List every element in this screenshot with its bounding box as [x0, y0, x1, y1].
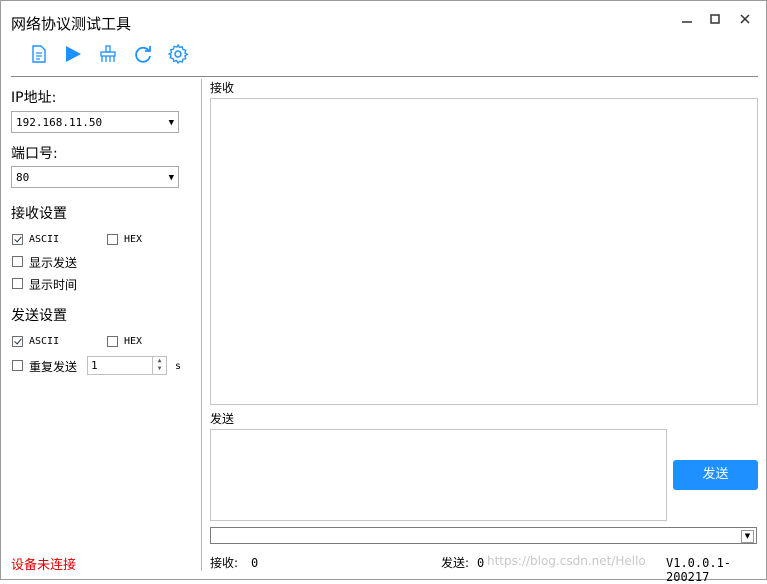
port-value: 80: [16, 171, 30, 184]
send-ascii-label: ASCII: [29, 336, 60, 347]
history-combobox[interactable]: ▼: [210, 527, 757, 544]
spin-up-icon[interactable]: ▲: [153, 357, 166, 365]
minimize-icon[interactable]: [677, 11, 697, 31]
send-button[interactable]: 发送: [673, 460, 758, 490]
recv-count: 0: [251, 556, 259, 570]
connection-status: 设备未连接: [11, 558, 77, 573]
recv-ascii-checkbox[interactable]: [12, 234, 23, 245]
receive-textarea[interactable]: [210, 98, 758, 405]
recv-settings-heading: 接收设置: [11, 206, 67, 222]
send-hex-checkbox[interactable]: [107, 336, 118, 347]
show-send-checkbox[interactable]: [12, 256, 23, 267]
dropdown-arrow-icon[interactable]: ▼: [169, 167, 174, 189]
recv-hex-label: HEX: [124, 234, 143, 245]
repeat-interval-spinbox[interactable]: 1 ▲ ▼: [87, 356, 167, 375]
send-ascii-checkbox[interactable]: [12, 336, 23, 347]
recv-ascii-label: ASCII: [29, 234, 60, 245]
ip-combobox[interactable]: 192.168.11.50 ▼: [11, 111, 179, 133]
dropdown-arrow-icon[interactable]: ▼: [169, 112, 174, 134]
send-count: 0: [477, 556, 485, 570]
port-label: 端口号:: [11, 146, 58, 162]
repeat-interval-value: 1: [91, 359, 98, 372]
document-icon[interactable]: [28, 43, 50, 65]
send-label: 发送: [210, 412, 235, 426]
repeat-send-label: 重复发送: [29, 360, 78, 374]
send-count-label: 发送:: [441, 556, 470, 570]
watermark: https://blog.csdn.net/Hello: [487, 554, 646, 568]
ip-value: 192.168.11.50: [16, 116, 103, 129]
send-hex-label: HEX: [124, 336, 143, 347]
spin-buttons[interactable]: ▲ ▼: [152, 357, 166, 374]
app-window: 网络协议测试工具 IP地址: 192.168.11.50 ▼ 端口号: 80 ▼…: [0, 0, 767, 584]
show-send-label: 显示发送: [29, 256, 78, 270]
close-icon[interactable]: [735, 11, 755, 31]
window-title: 网络协议测试工具: [11, 15, 132, 33]
port-combobox[interactable]: 80 ▼: [11, 166, 179, 188]
dropdown-arrow-icon[interactable]: ▼: [741, 530, 754, 543]
receive-label: 接收: [210, 81, 235, 95]
ip-label: IP地址:: [11, 90, 57, 106]
maximize-icon[interactable]: [705, 11, 725, 31]
show-time-label: 显示时间: [29, 278, 78, 292]
show-time-checkbox[interactable]: [12, 278, 23, 289]
panel-divider: [201, 79, 202, 571]
play-icon[interactable]: [62, 43, 84, 65]
gear-icon[interactable]: [167, 43, 189, 65]
recv-count-label: 接收:: [210, 556, 239, 570]
broom-icon[interactable]: [97, 43, 119, 65]
repeat-unit-label: s: [175, 361, 182, 372]
refresh-icon[interactable]: [132, 43, 154, 65]
spin-down-icon[interactable]: ▼: [153, 365, 166, 373]
send-textarea[interactable]: [210, 429, 667, 521]
toolbar-divider: [11, 76, 758, 77]
repeat-send-checkbox[interactable]: [12, 360, 23, 371]
send-settings-heading: 发送设置: [11, 308, 67, 324]
recv-hex-checkbox[interactable]: [107, 234, 118, 245]
